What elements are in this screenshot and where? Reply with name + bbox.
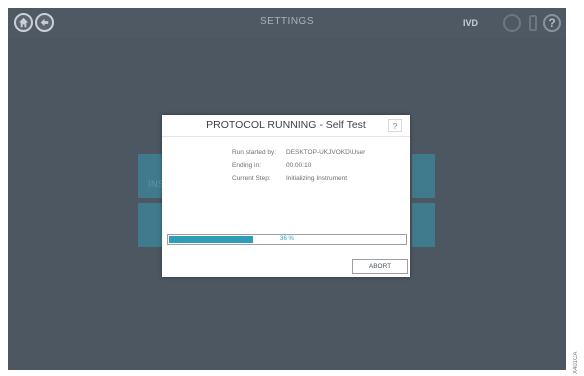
info-row-run-started: Run started by: DESKTOP-UKJVOKD\User [232, 146, 365, 159]
info-value: Initializing Instrument [286, 175, 348, 182]
status-ring-icon [503, 14, 521, 32]
ivd-label: IVD [463, 18, 479, 28]
page-title: SETTINGS [259, 16, 314, 27]
info-row-ending-in: Ending in: 00:00:10 [232, 159, 365, 172]
dialog-header: PROTOCOL RUNNING - Self Test ? [162, 115, 410, 137]
top-bar: SETTINGS IVD ? [8, 8, 566, 38]
device-icon [524, 14, 542, 32]
background-tile-right-2 [412, 203, 435, 247]
dialog-title: PROTOCOL RUNNING - Self Test [206, 119, 366, 131]
abort-button[interactable]: ABORT [352, 259, 408, 274]
info-value: 00:00:10 [286, 162, 312, 169]
protocol-dialog: PROTOCOL RUNNING - Self Test ? Run start… [162, 115, 410, 277]
run-info: Run started by: DESKTOP-UKJVOKD\User End… [232, 146, 365, 185]
figure-id: X401CA [573, 351, 579, 374]
progress-bar: 36 % [167, 234, 407, 245]
background-tile-right-1 [412, 154, 435, 198]
dialog-help-button[interactable]: ? [388, 119, 402, 132]
info-row-current-step: Current Step: Initializing Instrument [232, 172, 365, 185]
progress-percent: 36 % [280, 236, 294, 242]
info-label: Ending in: [232, 162, 261, 169]
help-icon[interactable]: ? [543, 14, 561, 32]
info-label: Current Step: [232, 175, 271, 182]
info-value: DESKTOP-UKJVOKD\User [286, 149, 366, 156]
info-label: Run started by: [232, 149, 277, 156]
